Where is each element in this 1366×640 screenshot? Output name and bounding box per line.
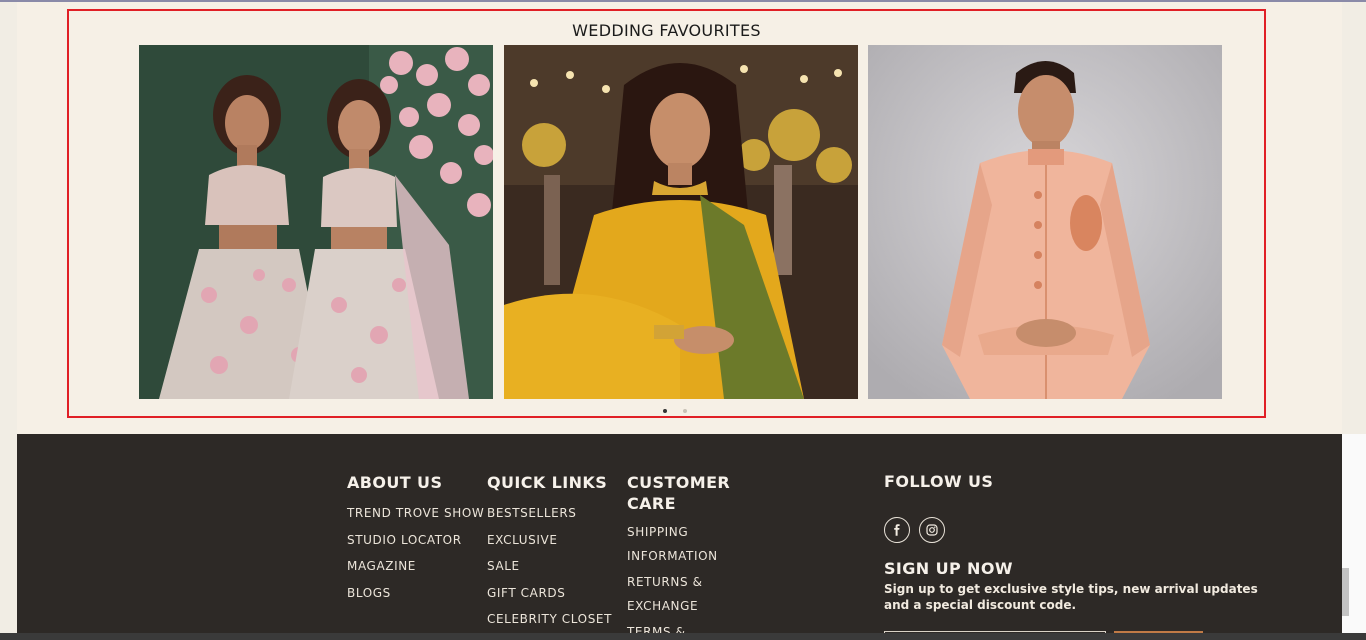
instagram-icon[interactable] — [919, 517, 945, 543]
footer-link-studio-locator[interactable]: STUDIO LOCATOR — [347, 527, 484, 554]
footer-customer-care-column: CUSTOMER CARE SHIPPING INFORMATION RETUR… — [627, 472, 747, 640]
footer-link-bestsellers[interactable]: BESTSELLERS — [487, 500, 612, 527]
lehenga-duo-image — [139, 45, 493, 399]
footer-link-returns-exchange[interactable]: RETURNS & EXCHANGE — [627, 571, 747, 618]
site-footer: ABOUT US TREND TROVE SHOW STUDIO LOCATOR… — [17, 434, 1342, 640]
customer-care-heading: CUSTOMER CARE — [627, 473, 731, 513]
follow-us-heading: FOLLOW US — [884, 472, 994, 491]
social-links — [884, 517, 1304, 543]
footer-link-exclusive[interactable]: EXCLUSIVE — [487, 527, 612, 554]
facebook-icon[interactable] — [884, 517, 910, 543]
wedding-favourites-section: WEDDING FAVOURITES — [67, 9, 1266, 418]
footer-link-sale[interactable]: SALE — [487, 553, 612, 580]
quick-links-heading: QUICK LINKS — [487, 473, 608, 492]
carousel-dots — [663, 409, 687, 413]
footer-link-celebrity-closet[interactable]: CELEBRITY CLOSET — [487, 606, 612, 633]
footer-follow-column: FOLLOW US SIGN UP NOW Sign up to get exc… — [884, 471, 1304, 613]
product-card-lehenga[interactable] — [139, 45, 493, 399]
signup-heading: SIGN UP NOW — [884, 559, 1013, 578]
carousel-dot-1[interactable] — [663, 409, 667, 413]
signup-description: Sign up to get exclusive style tips, new… — [884, 582, 1258, 612]
bottom-bar — [0, 633, 1366, 640]
product-card-saree[interactable] — [504, 45, 858, 399]
section-title: WEDDING FAVOURITES — [572, 21, 761, 40]
footer-link-trend-trove-show[interactable]: TREND TROVE SHOW — [347, 500, 484, 527]
product-card-sherwani[interactable] — [868, 45, 1222, 399]
footer-link-magazine[interactable]: MAGAZINE — [347, 553, 484, 580]
footer-link-gift-cards[interactable]: GIFT CARDS — [487, 580, 612, 607]
carousel-dot-2[interactable] — [683, 409, 687, 413]
peach-sherwani-image — [868, 45, 1222, 399]
scrollbar-thumb[interactable] — [1342, 568, 1349, 616]
about-heading: ABOUT US — [347, 473, 443, 492]
footer-quick-links-column: QUICK LINKS BESTSELLERS EXCLUSIVE SALE G… — [487, 472, 612, 633]
footer-link-blogs[interactable]: BLOGS — [347, 580, 484, 607]
footer-link-shipping-information[interactable]: SHIPPING INFORMATION — [627, 521, 747, 568]
yellow-saree-image — [504, 45, 858, 399]
footer-about-column: ABOUT US TREND TROVE SHOW STUDIO LOCATOR… — [347, 472, 484, 606]
